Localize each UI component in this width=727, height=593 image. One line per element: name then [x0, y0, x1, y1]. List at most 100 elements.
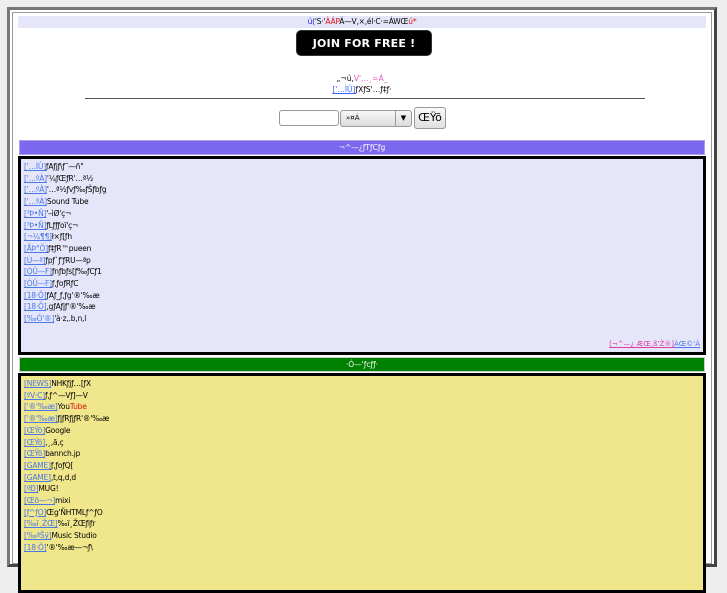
- category-tag-link[interactable]: [‰ï¸ŽŒ]: [24, 519, 58, 528]
- list-item[interactable]: [18·Ö]'®'‰æ—¬ƒ\: [24, 542, 700, 554]
- join-for-free-button[interactable]: JOIN FOR FREE !: [296, 30, 432, 56]
- category-tag-link[interactable]: [18·Ö]: [24, 543, 47, 552]
- item-label[interactable]: ł×ƒ[ƒh: [52, 232, 72, 241]
- item-label[interactable]: Œg'ÑHTMLƒ^ƒO: [46, 507, 103, 517]
- category-tag-link[interactable]: ['®'‰æ]: [24, 402, 58, 411]
- item-label-text: ƒAƒ_ƒ‚ƒg'®'‰æ: [46, 290, 100, 300]
- category-tag-link[interactable]: [GAME]: [24, 473, 51, 482]
- category-tag-link[interactable]: [‰ªŠÿ]: [24, 531, 52, 540]
- item-label[interactable]: ƒ‚ƒoƒQ[: [51, 461, 74, 470]
- list-item[interactable]: [GAME]ƒ‚ƒoƒQ[: [24, 460, 700, 472]
- item-label[interactable]: ‚gƒAƒjƒ'®'‰æ: [46, 302, 95, 311]
- list-item[interactable]: [ºÐ­]MUG!: [24, 483, 700, 495]
- category-tag-link[interactable]: [18·Ö]: [24, 291, 47, 300]
- item-label[interactable]: '¼ƒŒƒR'…ª½: [47, 174, 93, 183]
- category-tag-link[interactable]: [Œõ—¬]: [24, 496, 55, 505]
- item-label[interactable]: YouTube: [58, 402, 87, 411]
- item-label[interactable]: ƒAƒ_ƒ‚ƒg'®'‰æ: [46, 291, 99, 300]
- item-label[interactable]: NHKƒjƒ…[ƒX: [51, 379, 91, 388]
- search-input[interactable]: [279, 110, 339, 126]
- category-tag-link[interactable]: [GAME]: [24, 461, 51, 470]
- list-item[interactable]: [³Þ•Ñ]ƒLƒƒƒoï'ç¬: [24, 220, 700, 232]
- category-tag-link[interactable]: [ÓÛ—F]: [24, 267, 52, 276]
- category-tag-link[interactable]: ['…ÌÛ]: [24, 162, 46, 171]
- item-label[interactable]: Sound Tube: [47, 197, 89, 206]
- item-label[interactable]: Music Studio: [51, 531, 96, 540]
- category-tag-link[interactable]: ['…ºÀ]: [24, 197, 47, 206]
- list-item[interactable]: [Ù—ª]ƒpƒ`ƒ'ƒRU—ªp: [24, 255, 700, 267]
- category-tag-link[interactable]: [‰Ó'®]: [24, 314, 54, 323]
- list-item[interactable]: [ÅÞ°Ö]ƒ‡ƒR™pueen: [24, 243, 700, 255]
- item-label[interactable]: ‚¸‚ã‚ç: [45, 438, 64, 447]
- category-tag-link[interactable]: [ŒŸõ]: [24, 449, 45, 458]
- item-label[interactable]: '®'‰æ—¬ƒ\: [46, 543, 92, 552]
- item-label[interactable]: mixi: [55, 496, 70, 505]
- chevron-down-icon[interactable]: ▼: [395, 111, 411, 126]
- list-item[interactable]: [ÓÛ—F]ƒ‚ƒoƒRƒC: [24, 278, 700, 290]
- category-tag-link[interactable]: ['…ºÀ]: [24, 174, 47, 183]
- list-item[interactable]: ['®'‰æ]ƒjƒRƒjƒR'®'‰æ: [24, 413, 700, 425]
- list-item[interactable]: ['®'‰æ]YouTube: [24, 401, 700, 413]
- info-link[interactable]: ['…ÌÛ]: [332, 85, 355, 94]
- list-item[interactable]: ['…ºÀ]Sound Tube: [24, 196, 700, 208]
- category-tag-link[interactable]: [Ù—ª]: [24, 256, 46, 265]
- list-item[interactable]: ['…ºÀ]'…ª½ƒvƒ‰ƒŠƒbƒg: [24, 184, 700, 196]
- list-item[interactable]: ['…ÌÛ]ƒAƒjƒ\ƒ˜—ñ": [24, 161, 700, 173]
- category-tag-link[interactable]: [ºV·C]: [24, 391, 45, 400]
- more-link-recommended[interactable]: [¬^—¿ ÆŒ‚ß'Ž®]: [609, 340, 674, 348]
- item-label[interactable]: ƒLƒƒƒoï'ç¬: [46, 221, 78, 230]
- list-item[interactable]: [‰Ó'®]'à·z‚.b‚n‚l: [24, 313, 700, 325]
- item-label[interactable]: ƒ‚ƒ^—Vƒ]—V: [45, 391, 88, 400]
- list-item[interactable]: [18·Ö]‚gƒAƒjƒ'®'‰æ: [24, 301, 700, 313]
- category-tag-link[interactable]: [18·Ö]: [24, 302, 47, 311]
- category-tag-link[interactable]: [³Þ•Ñ]: [24, 209, 46, 218]
- search-button[interactable]: ŒŸõ: [414, 107, 446, 129]
- item-label[interactable]: '–ìØ'ç¬: [46, 209, 71, 218]
- list-item[interactable]: [ºV·C]ƒ‚ƒ^—Vƒ]—V: [24, 390, 700, 402]
- category-tag-link[interactable]: ['®'‰æ]: [24, 414, 58, 423]
- list-item[interactable]: [ÓÛ—F]ƒnƒbƒs[ƒ‰ƒCƒ1: [24, 266, 700, 278]
- search-category-select[interactable]: »¤Á ▼: [340, 110, 412, 127]
- list-item[interactable]: [³Þ•Ñ]'–ìØ'ç¬: [24, 208, 700, 220]
- list-item[interactable]: [GAME]‚t‚q‚d‚d: [24, 472, 700, 484]
- category-tag-link[interactable]: [ÓÛ—F]: [24, 279, 52, 288]
- list-item[interactable]: [¬¼¶¶]ł×ƒ[ƒh: [24, 231, 700, 243]
- list-item[interactable]: [ƒ^ƒO]Œg'ÑHTMLƒ^ƒO: [24, 507, 700, 519]
- list-item[interactable]: [‰ªŠÿ]Music Studio: [24, 530, 700, 542]
- category-tag-link[interactable]: [ŒŸõ]: [24, 426, 45, 435]
- list-item[interactable]: [NEWS]NHKƒjƒ…[ƒX: [24, 378, 700, 390]
- item-label[interactable]: 'à·z‚.b‚n‚l: [54, 314, 86, 323]
- category-tag-link[interactable]: [ŒŸõ]: [24, 438, 45, 447]
- item-label[interactable]: ƒpƒ`ƒ'ƒRU—ªp: [45, 256, 90, 265]
- category-tag-link[interactable]: [ºÐ­]: [24, 484, 39, 493]
- list-item[interactable]: [ŒŸõ]bannch.jp: [24, 448, 700, 460]
- list-item[interactable]: [‰ï¸ŽŒ]‰ï¸ŽŒƒiƒr: [24, 518, 700, 530]
- item-label[interactable]: ƒjƒRƒjƒR'®'‰æ: [58, 414, 110, 423]
- category-tag-link[interactable]: [¬¼¶¶]: [24, 232, 52, 241]
- list-item[interactable]: ['…ºÀ]'¼ƒŒƒR'…ª½: [24, 173, 700, 185]
- item-label[interactable]: ƒAƒjƒ\ƒ˜—ñ": [46, 162, 84, 171]
- list-item[interactable]: [Œõ—¬]mixi: [24, 495, 700, 507]
- item-label[interactable]: ‰ï¸ŽŒƒiƒr: [58, 519, 96, 528]
- item-label-text: 'à·z‚.b‚n‚l: [54, 314, 87, 324]
- category-tag-link[interactable]: [ÅÞ°Ö]: [24, 244, 48, 253]
- list-item[interactable]: [ŒŸõ]‚¸‚ã‚ç: [24, 437, 700, 449]
- category-tag-link[interactable]: ['…ºÀ]: [24, 185, 47, 194]
- category-tag-link[interactable]: [ƒ^ƒO]: [24, 508, 46, 517]
- more-link-view[interactable]: ÀŒ©'Á: [674, 340, 700, 348]
- item-label[interactable]: ‚t‚q‚d‚d: [51, 473, 76, 482]
- item-label-text: bannch.jp: [45, 449, 81, 459]
- item-label[interactable]: ƒ‡ƒR™pueen: [48, 244, 91, 253]
- item-label[interactable]: ƒ‚ƒoƒRƒC: [52, 279, 79, 288]
- item-label[interactable]: Google: [45, 426, 70, 435]
- category-tag-link[interactable]: [³Þ•Ñ]: [24, 221, 46, 230]
- item-label[interactable]: MUG!: [38, 484, 58, 493]
- list-item[interactable]: [ŒŸõ]Google: [24, 425, 700, 437]
- item-label[interactable]: ƒnƒbƒs[ƒ‰ƒCƒ1: [52, 267, 102, 276]
- section-header-links: ·Ó—'ƒcƒƒ·: [19, 357, 705, 372]
- category-tag-link[interactable]: [NEWS]: [24, 379, 51, 388]
- list-item[interactable]: [18·Ö]ƒAƒ_ƒ‚ƒg'®'‰æ: [24, 290, 700, 302]
- item-label-text: Œg'ÑHTMLƒ^ƒO: [46, 507, 103, 517]
- item-label[interactable]: '…ª½ƒvƒ‰ƒŠƒbƒg: [47, 185, 107, 194]
- item-label[interactable]: bannch.jp: [45, 449, 80, 458]
